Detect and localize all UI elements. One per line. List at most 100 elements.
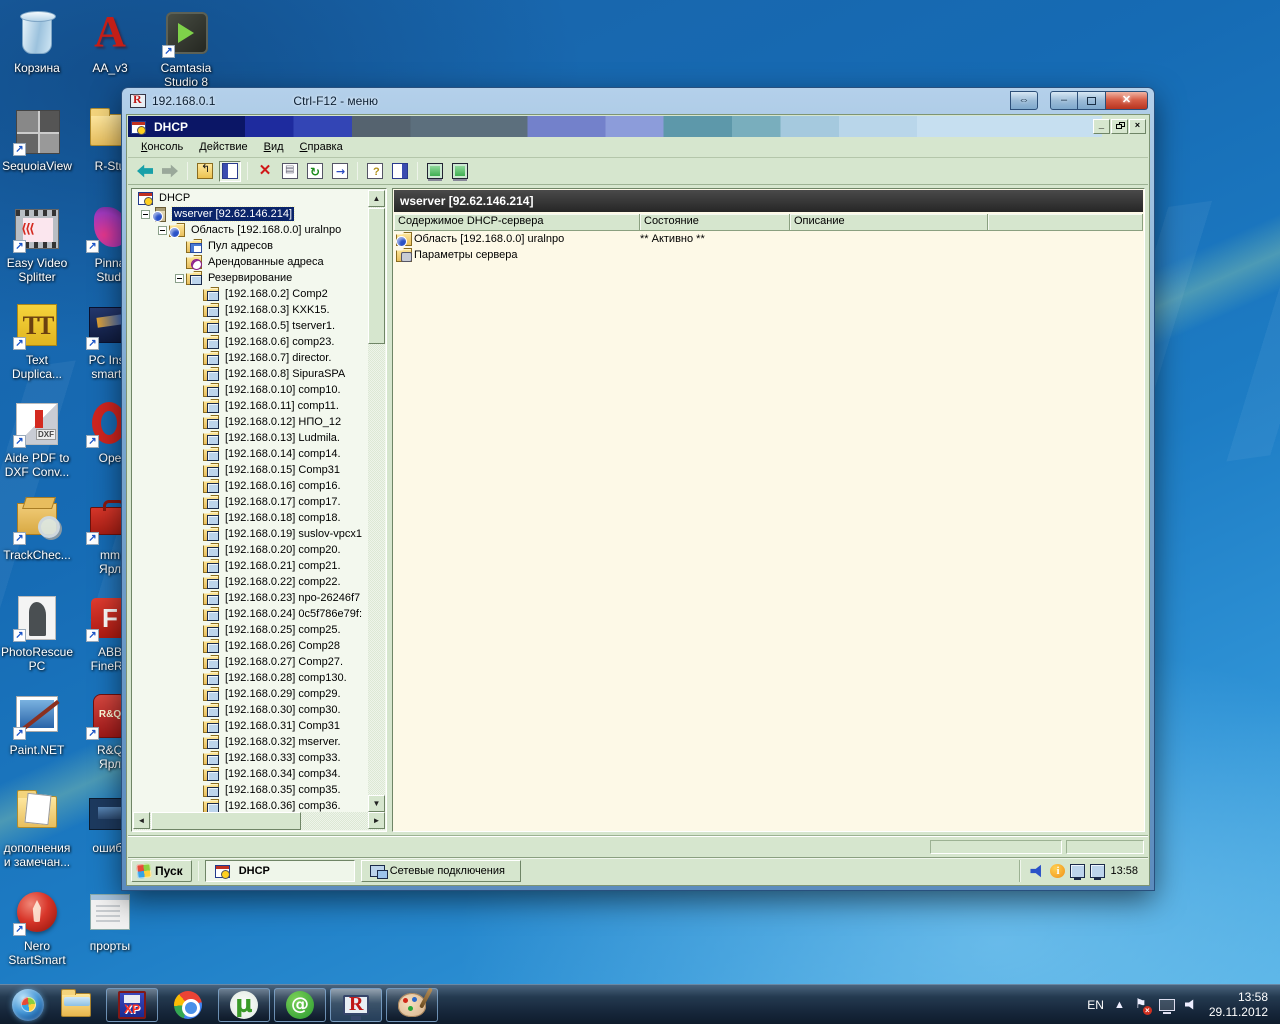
- tree-item[interactable]: [192.168.0.5] tserver1.: [133, 318, 368, 334]
- tree-item[interactable]: [192.168.0.34] comp34.: [133, 766, 368, 782]
- scroll-right-button[interactable]: ►: [368, 812, 385, 829]
- desktop-icon-easy-video[interactable]: ↗Easy VideoSplitter: [0, 205, 76, 284]
- tree-vertical-scrollbar[interactable]: ▲ ▼: [368, 190, 385, 812]
- fullscreen-toggle-button[interactable]: ⇔: [1010, 91, 1038, 110]
- tree-item[interactable]: Область [192.168.0.0] uralnpo: [133, 222, 368, 238]
- tree-item[interactable]: [192.168.0.18] comp18.: [133, 510, 368, 526]
- xp-task-DHCP[interactable]: DHCP: [205, 860, 355, 882]
- tree-item[interactable]: [192.168.0.2] Comp2: [133, 286, 368, 302]
- start-orb[interactable]: [8, 987, 48, 1023]
- tree-item[interactable]: [192.168.0.29] comp29.: [133, 686, 368, 702]
- tree-item[interactable]: [192.168.0.25] comp25.: [133, 622, 368, 638]
- tree-item[interactable]: [192.168.0.17] comp17.: [133, 494, 368, 510]
- tree-item[interactable]: [192.168.0.26] Comp28: [133, 638, 368, 654]
- xp-task-Сетевые подключения[interactable]: Сетевые подключения: [361, 860, 521, 882]
- tree-item[interactable]: [192.168.0.31] Comp31: [133, 718, 368, 734]
- mmc-title-bar[interactable]: DHCP _ ×: [128, 116, 1148, 137]
- tree-item[interactable]: [192.168.0.27] Comp27.: [133, 654, 368, 670]
- language-indicator[interactable]: EN: [1087, 998, 1104, 1012]
- taskbar-button-explorer[interactable]: [50, 988, 102, 1022]
- desktop-icon-photorescue[interactable]: ↗PhotoRescuePC: [0, 594, 76, 673]
- tree-expander[interactable]: [175, 274, 184, 283]
- tree-item[interactable]: [192.168.0.13] Ludmila.: [133, 430, 368, 446]
- taskbar-button-radmin-viewer[interactable]: [330, 988, 382, 1022]
- scroll-down-button[interactable]: ▼: [368, 795, 385, 812]
- details-row[interactable]: Параметры сервера: [394, 247, 1143, 263]
- desktop-icon-nero[interactable]: ↗NeroStartSmart: [0, 888, 76, 967]
- close-button[interactable]: ✕: [1106, 91, 1148, 110]
- toolbar-button-display-statistics-icon[interactable]: [424, 161, 446, 182]
- taskbar-button-mailru-agent[interactable]: [274, 988, 326, 1022]
- network-icon[interactable]: [1159, 999, 1175, 1011]
- tree-item[interactable]: [192.168.0.19] suslov-vpcx1: [133, 526, 368, 542]
- toolbar-button-back-arrow-icon[interactable]: [134, 161, 156, 182]
- volume-icon[interactable]: [1185, 999, 1199, 1011]
- desktop-icon-camtasia[interactable]: ↗CamtasiaStudio 8: [147, 10, 225, 89]
- scroll-left-button[interactable]: ◄: [133, 812, 150, 829]
- menu-Действие[interactable]: Действие: [192, 139, 254, 155]
- tree-item[interactable]: [192.168.0.15] Comp31: [133, 462, 368, 478]
- minimize-button[interactable]: –: [1050, 91, 1078, 110]
- desktop-icon-trackchecker[interactable]: ↗TrackChec...: [0, 497, 76, 562]
- vertical-scroll-thumb[interactable]: [368, 208, 385, 344]
- tree-expander[interactable]: [158, 226, 167, 235]
- column-header-3[interactable]: Описание: [790, 214, 988, 231]
- desktop-icon-pdf-dxf[interactable]: ↗Aide PDF toDXF Conv...: [0, 400, 76, 479]
- column-header-1[interactable]: Содержимое DHCP-сервера: [394, 214, 640, 231]
- taskbar-button-paint[interactable]: [386, 988, 438, 1022]
- toolbar-button-show-console-tree-icon[interactable]: [219, 161, 241, 182]
- column-header-2[interactable]: Состояние: [640, 214, 790, 231]
- tree-item[interactable]: [192.168.0.23] npo-26246f7: [133, 590, 368, 606]
- desktop-icon-sequoiaview[interactable]: ↗SequoiaView: [0, 108, 76, 173]
- toolbar-button-add-server-icon[interactable]: [449, 161, 471, 182]
- tree-item[interactable]: [192.168.0.36] comp36.: [133, 798, 368, 812]
- details-row[interactable]: Область [192.168.0.0] uralnpo** Активно …: [394, 231, 1143, 247]
- tree-item[interactable]: [192.168.0.3] KXK15.: [133, 302, 368, 318]
- tree-item[interactable]: wserver [92.62.146.214]: [133, 206, 368, 222]
- mmc-minimize-button[interactable]: _: [1093, 119, 1110, 134]
- desktop-icon-paintnet[interactable]: ↗Paint.NET: [0, 692, 76, 757]
- tree-item[interactable]: [192.168.0.11] comp11.: [133, 398, 368, 414]
- radmin-title-bar[interactable]: 192.168.0.1 Ctrl-F12 - меню ⇔ – ✕: [122, 88, 1154, 114]
- tree-horizontal-scrollbar[interactable]: ◄ ►: [133, 812, 385, 830]
- tree-item[interactable]: [192.168.0.8] SipuraSPA: [133, 366, 368, 382]
- tree-expander-slot[interactable]: [156, 226, 169, 235]
- column-header-4[interactable]: [988, 214, 1143, 231]
- tree-item[interactable]: Пул адресов: [133, 238, 368, 254]
- tree-item[interactable]: [192.168.0.22] comp22.: [133, 574, 368, 590]
- toolbar-button-delete-icon[interactable]: [254, 161, 276, 182]
- volume-icon[interactable]: [1030, 864, 1045, 878]
- toolbar-button-show-action-pane-icon[interactable]: [389, 161, 411, 182]
- tree-item[interactable]: [192.168.0.7] director.: [133, 350, 368, 366]
- xp-start-button[interactable]: Пуск: [131, 860, 192, 882]
- menu-Вид[interactable]: Вид: [257, 139, 291, 155]
- desktop-icon-recycle-bin[interactable]: Корзина: [0, 10, 76, 75]
- scroll-up-button[interactable]: ▲: [368, 190, 385, 207]
- taskbar-button-chrome[interactable]: [162, 988, 214, 1022]
- tree-item[interactable]: DHCP: [133, 190, 368, 206]
- tree-item[interactable]: [192.168.0.32] mserver.: [133, 734, 368, 750]
- taskbar-button-xp-setup[interactable]: [106, 988, 158, 1022]
- tree-item[interactable]: [192.168.0.10] comp10.: [133, 382, 368, 398]
- tree-expander-slot[interactable]: [173, 274, 186, 283]
- tree-item[interactable]: [192.168.0.21] comp21.: [133, 558, 368, 574]
- desktop-icon-aa-v3[interactable]: AA_v3: [71, 10, 149, 75]
- horizontal-scroll-thumb[interactable]: [151, 812, 301, 830]
- tree-expander[interactable]: [141, 210, 150, 219]
- desktop-icon-folder-docs[interactable]: дополненияи замечан...: [0, 790, 76, 869]
- toolbar-button-properties-icon[interactable]: [279, 161, 301, 182]
- menu-Справка[interactable]: Справка: [293, 139, 350, 155]
- info-icon[interactable]: [1050, 864, 1065, 878]
- tree-item[interactable]: [192.168.0.30] comp30.: [133, 702, 368, 718]
- taskbar-clock[interactable]: 13:58 29.11.2012: [1209, 990, 1268, 1020]
- tree-item[interactable]: [192.168.0.28] comp130.: [133, 670, 368, 686]
- tree-item[interactable]: Арендованные адреса: [133, 254, 368, 270]
- tree-item[interactable]: Резервирование: [133, 270, 368, 286]
- tree-item[interactable]: [192.168.0.24] 0c5f786e79f:: [133, 606, 368, 622]
- tree-item[interactable]: [192.168.0.12] НПО_12: [133, 414, 368, 430]
- network-pc-icon[interactable]: [1070, 864, 1085, 878]
- toolbar-button-export-list-icon[interactable]: [329, 161, 351, 182]
- tree-item[interactable]: [192.168.0.14] comp14.: [133, 446, 368, 462]
- tree-item[interactable]: [192.168.0.35] comp35.: [133, 782, 368, 798]
- toolbar-button-refresh-icon[interactable]: [304, 161, 326, 182]
